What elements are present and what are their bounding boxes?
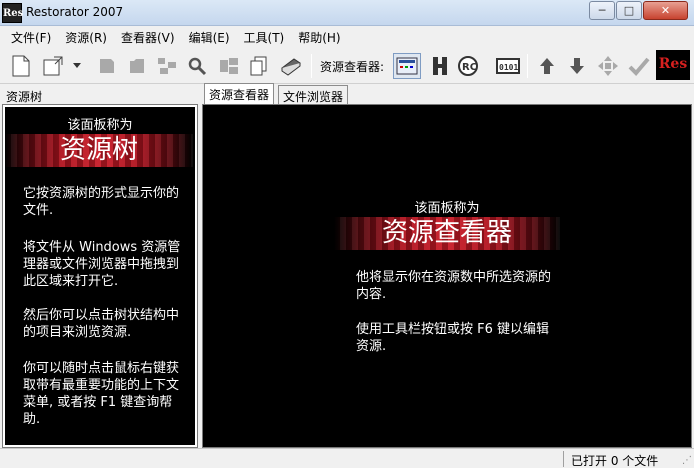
toolbar: 资源查看器: RC 0101 Res bbox=[0, 46, 694, 84]
target-icon bbox=[595, 53, 621, 79]
resource-viewer-panel[interactable]: 该面板称为 资源查看器 他将显示你在资源数中所选资源的内容. 使用工具栏按钮或按… bbox=[202, 104, 692, 448]
status-bar: 已打开 0 个文件 ⋰ bbox=[0, 448, 694, 468]
toolbar-separator bbox=[527, 54, 528, 78]
menu-help[interactable]: 帮助(H) bbox=[291, 26, 347, 46]
svg-text:RC: RC bbox=[462, 62, 477, 73]
viewer-paragraph: 使用工具栏按钮或按 F6 键以编辑资源. bbox=[356, 322, 550, 354]
close-resource-icon bbox=[94, 53, 120, 79]
title-bar: Res Restorator 2007 ─ □ ✕ bbox=[0, 0, 694, 26]
viewer-paragraph: 他将显示你在资源数中所选资源的内容. bbox=[356, 270, 552, 302]
dropdown-arrow-icon[interactable] bbox=[70, 53, 84, 79]
viewer-heading-small: 该面板称为 bbox=[414, 201, 480, 216]
search-icon[interactable] bbox=[184, 53, 210, 79]
resource-tree-content: 该面板称为 资源树 它按资源树的形式显示你的文件. 将文件从 Windows 资… bbox=[5, 107, 195, 445]
resize-grip-icon[interactable]: ⋰ bbox=[682, 455, 692, 466]
save-icon bbox=[124, 53, 150, 79]
menu-viewer[interactable]: 查看器(V) bbox=[114, 26, 182, 46]
svg-text:0101: 0101 bbox=[499, 63, 518, 72]
status-separator bbox=[563, 451, 564, 467]
arrow-up-icon[interactable] bbox=[534, 53, 560, 79]
rc-icon[interactable]: RC bbox=[455, 53, 481, 79]
files-open-status: 已打开 0 个文件 bbox=[571, 454, 659, 468]
menu-bar: 文件(F) 资源(R) 查看器(V) 编辑(E) 工具(T) 帮助(H) bbox=[0, 26, 694, 46]
tree-icon bbox=[154, 53, 180, 79]
tree-heading-small: 该面板称为 bbox=[67, 118, 133, 133]
window-title: Restorator 2007 bbox=[26, 5, 124, 19]
book-icon[interactable] bbox=[278, 53, 304, 79]
viewer-label: 资源查看器: bbox=[320, 60, 385, 74]
resource-tree-panel[interactable]: 该面板称为 资源树 它按资源树的形式显示你的文件. 将文件从 Windows 资… bbox=[2, 104, 198, 448]
maximize-button[interactable]: □ bbox=[616, 1, 642, 20]
menu-resource[interactable]: 资源(R) bbox=[58, 26, 114, 46]
tab-file-browser[interactable]: 文件浏览器 bbox=[278, 85, 349, 104]
new-file-icon[interactable] bbox=[8, 53, 34, 79]
minimize-button[interactable]: ─ bbox=[589, 1, 615, 20]
arrow-down-icon[interactable] bbox=[564, 53, 590, 79]
menu-edit[interactable]: 编辑(E) bbox=[182, 26, 237, 46]
viewer-heading-banner: 资源查看器 bbox=[334, 217, 560, 250]
open-file-icon[interactable] bbox=[40, 53, 66, 79]
header-icon[interactable] bbox=[427, 53, 453, 79]
tree-paragraph: 它按资源树的形式显示你的文件. bbox=[23, 186, 180, 218]
tree-heading-banner: 资源树 bbox=[5, 134, 193, 167]
toolbar-separator bbox=[311, 54, 312, 78]
binary-view-icon[interactable]: 0101 bbox=[494, 53, 522, 79]
checkmark-icon bbox=[626, 53, 652, 79]
tab-resource-viewer[interactable]: 资源查看器 bbox=[204, 83, 275, 104]
tree-paragraph: 将文件从 Windows 资源管理器或文件浏览器中拖拽到此区域来打开它. bbox=[23, 240, 181, 289]
close-button[interactable]: ✕ bbox=[643, 1, 688, 20]
tree-paragraph: 你可以随时点击鼠标右键获取带有最重要功能的上下文菜单, 或者按 F1 键查询帮助… bbox=[23, 361, 180, 427]
app-icon: Res bbox=[2, 3, 23, 23]
resource-tree-caption: 资源树 bbox=[6, 90, 43, 104]
menu-file[interactable]: 文件(F) bbox=[4, 26, 58, 46]
resource-group-icon bbox=[216, 53, 242, 79]
restorator-logo: Res bbox=[656, 50, 690, 80]
copy-icon[interactable] bbox=[246, 53, 272, 79]
viewer-mode-icon[interactable] bbox=[393, 53, 421, 79]
menu-tools[interactable]: 工具(T) bbox=[237, 26, 292, 46]
tree-paragraph: 然后你可以点击树状结构中的项目来浏览资源. bbox=[23, 308, 180, 340]
